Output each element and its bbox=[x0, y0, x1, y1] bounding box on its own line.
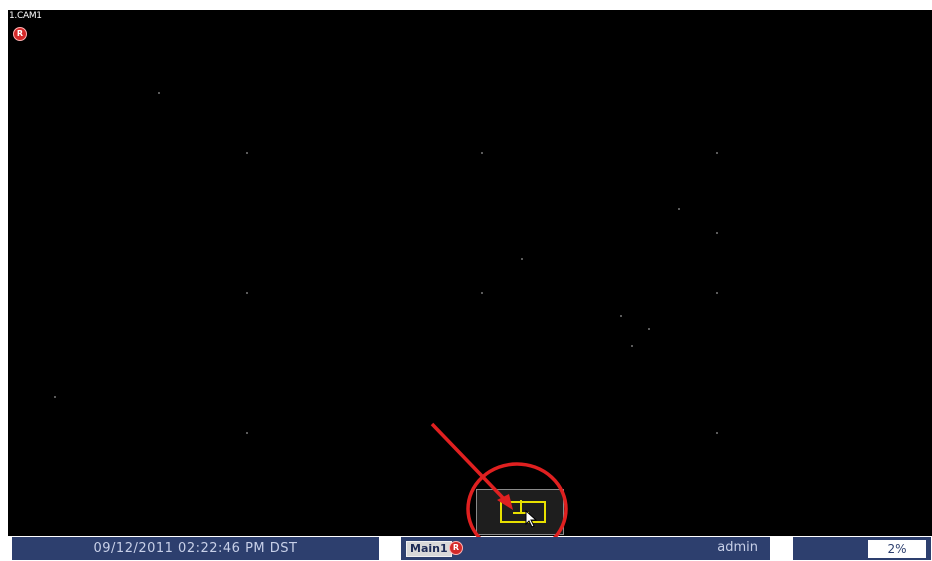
video-noise bbox=[521, 258, 523, 260]
video-noise bbox=[246, 432, 248, 434]
user-name: admin bbox=[717, 540, 758, 555]
datetime-panel: 09/12/2011 02:22:46 PM DST bbox=[12, 537, 379, 560]
video-noise bbox=[716, 292, 718, 294]
storage-panel: 2% bbox=[793, 537, 931, 560]
video-noise bbox=[246, 292, 248, 294]
mouse-cursor-icon bbox=[525, 510, 538, 528]
storage-percent: 2% bbox=[868, 540, 926, 558]
channel-panel: Main1 R admin bbox=[401, 537, 770, 560]
video-noise bbox=[716, 232, 718, 234]
video-noise bbox=[481, 292, 483, 294]
popup-button[interactable] bbox=[476, 489, 564, 535]
video-noise bbox=[54, 396, 56, 398]
datetime-display: 09/12/2011 02:22:46 PM DST bbox=[93, 541, 298, 556]
video-noise bbox=[481, 152, 483, 154]
video-noise bbox=[620, 315, 622, 317]
recording-icon: R bbox=[13, 27, 27, 41]
video-noise bbox=[716, 432, 718, 434]
video-noise bbox=[246, 152, 248, 154]
video-noise bbox=[716, 152, 718, 154]
camera-video-view[interactable]: 1.CAM1 R bbox=[8, 10, 932, 536]
channel-tag[interactable]: Main1 bbox=[406, 541, 452, 557]
video-noise bbox=[631, 345, 633, 347]
video-noise bbox=[678, 208, 680, 210]
video-noise bbox=[648, 328, 650, 330]
video-noise bbox=[158, 92, 160, 94]
recording-icon: R bbox=[449, 541, 463, 555]
camera-label: 1.CAM1 bbox=[9, 11, 42, 21]
sequence-icon bbox=[500, 500, 546, 523]
